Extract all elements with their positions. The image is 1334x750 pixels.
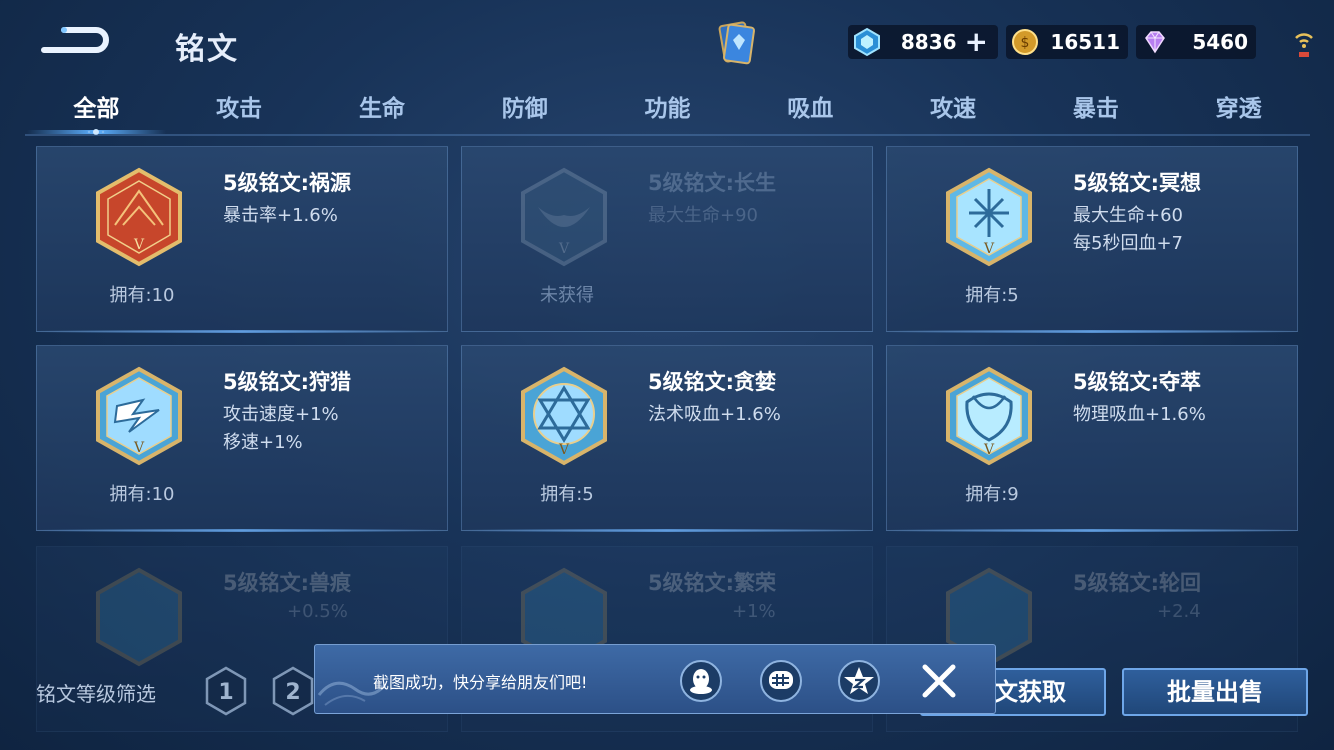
rune-owned-count: 拥有:10	[109, 285, 175, 306]
rune-name: 5级铭文:狩猎	[223, 370, 352, 394]
gold-counter: $ 16511	[1006, 25, 1128, 59]
level-filter-label: 铭文等级筛选	[36, 682, 156, 706]
rune-attr: 最大生命+90	[648, 205, 758, 226]
tab-divider	[25, 134, 1310, 136]
tab-defense[interactable]: 防御	[453, 90, 596, 136]
rune-attr: 法术吸血+1.6%	[648, 404, 781, 425]
tab-life[interactable]: 生命	[311, 90, 454, 136]
batch-sell-button[interactable]: 批量出售	[1122, 668, 1308, 716]
svg-text:V: V	[983, 442, 995, 458]
rune-attr: 物理吸血+1.6%	[1073, 404, 1206, 425]
rune-name: 5级铭文:贪婪	[648, 370, 777, 394]
rune-name: 5级铭文:轮回	[1073, 571, 1202, 595]
svg-text:V: V	[983, 241, 995, 257]
rune-changsheng-icon: V	[521, 167, 607, 267]
crystal-value: 8836	[900, 30, 957, 54]
rune-book-icon[interactable]	[712, 18, 762, 68]
svg-text:V: V	[558, 442, 570, 458]
rune-card-duocui[interactable]: V 5级铭文:夺萃 物理吸血+1.6% 拥有:9	[886, 345, 1298, 532]
svg-text:$: $	[1021, 35, 1030, 51]
rune-card-changsheng[interactable]: V 5级铭文:长生 最大生命+90 未获得	[461, 146, 873, 332]
rune-card-shoulie[interactable]: V 5级铭文:狩猎 攻击速度+1% 移速+1% 拥有:10	[36, 345, 448, 532]
screenshot-share-toast: 截图成功，快分享给朋友们吧!	[314, 644, 996, 714]
rune-card-huoyuan[interactable]: V 5级铭文:祸源 暴击率+1.6% 拥有:10	[36, 146, 448, 333]
rune-attr: +2.4	[1157, 601, 1201, 622]
crystal-counter: 8836 +	[848, 25, 998, 59]
tab-attack[interactable]: 攻击	[168, 90, 311, 136]
rune-attr: 每5秒回血+7	[1073, 233, 1183, 254]
rune-attr: +0.5%	[287, 601, 348, 622]
rune-owned-count: 拥有:5	[540, 484, 594, 505]
rune-name: 5级铭文:冥想	[1073, 171, 1202, 195]
level-1-label: 1	[218, 680, 233, 705]
diamond-icon	[1145, 31, 1165, 54]
svg-text:V: V	[558, 241, 570, 257]
gold-coin-icon: $	[1012, 29, 1038, 55]
rune-tanlan-icon: V	[521, 366, 607, 466]
rune-card-mingxiang[interactable]: V 5级铭文:冥想 最大生命+60 每5秒回血+7 拥有:5	[886, 146, 1298, 333]
rune-name: 5级铭文:祸源	[223, 171, 352, 195]
qq-icon[interactable]	[679, 659, 723, 703]
crystal-icon	[854, 27, 880, 57]
rune-attr: 最大生命+60	[1073, 205, 1183, 226]
rune-name: 5级铭文:长生	[648, 171, 777, 195]
rune-owned-count: 拥有:10	[109, 484, 175, 505]
rune-shoulie-icon: V	[96, 366, 182, 466]
rune-huoyuan-icon: V	[96, 167, 182, 267]
tab-lifesteal[interactable]: 吸血	[739, 90, 882, 136]
category-tabs: 全部 攻击 生命 防御 功能 吸血 攻速 暴击 穿透	[25, 90, 1310, 136]
tab-penetration[interactable]: 穿透	[1167, 90, 1310, 136]
rune-owned-count: 未获得	[540, 285, 594, 306]
diamond-value: 5460	[1192, 30, 1248, 54]
rune-owned-count: 拥有:9	[965, 484, 1019, 505]
close-icon[interactable]	[917, 659, 961, 703]
toast-message: 截图成功，快分享给朋友们吧!	[373, 673, 588, 692]
page-title: 铭文	[175, 32, 239, 67]
level-2-label: 2	[285, 680, 300, 705]
tab-crit[interactable]: 暴击	[1024, 90, 1167, 136]
rune-shouhen-icon	[96, 567, 182, 667]
rune-attr: 暴击率+1.6%	[223, 205, 338, 226]
level-2-filter-button[interactable]: 2	[271, 666, 315, 716]
level-1-filter-button[interactable]: 1	[204, 666, 248, 716]
qzone-icon[interactable]	[837, 659, 881, 703]
tab-attack-speed[interactable]: 攻速	[882, 90, 1025, 136]
wechat-moments-icon[interactable]	[759, 659, 803, 703]
rune-attr: +1%	[732, 601, 776, 622]
add-crystal-button[interactable]: +	[965, 27, 988, 57]
tab-function[interactable]: 功能	[596, 90, 739, 136]
svg-text:V: V	[133, 440, 145, 456]
rune-name: 5级铭文:繁荣	[648, 571, 777, 595]
rune-card-tanlan[interactable]: V 5级铭文:贪婪 法术吸血+1.6% 拥有:5	[461, 345, 873, 532]
rune-attr: 移速+1%	[223, 432, 303, 453]
rune-owned-count: 拥有:5	[965, 285, 1019, 306]
rune-mingxiang-icon: V	[946, 167, 1032, 267]
rune-duocui-icon: V	[946, 366, 1032, 466]
wifi-status-icon	[1295, 33, 1313, 57]
back-arrow-icon[interactable]	[40, 20, 110, 60]
gold-value: 16511	[1050, 30, 1120, 54]
diamond-counter: 5460	[1136, 25, 1256, 59]
rune-name: 5级铭文:兽痕	[223, 571, 352, 595]
rune-name: 5级铭文:夺萃	[1073, 370, 1202, 394]
svg-text:V: V	[133, 237, 145, 253]
rune-attr: 攻击速度+1%	[223, 404, 339, 425]
